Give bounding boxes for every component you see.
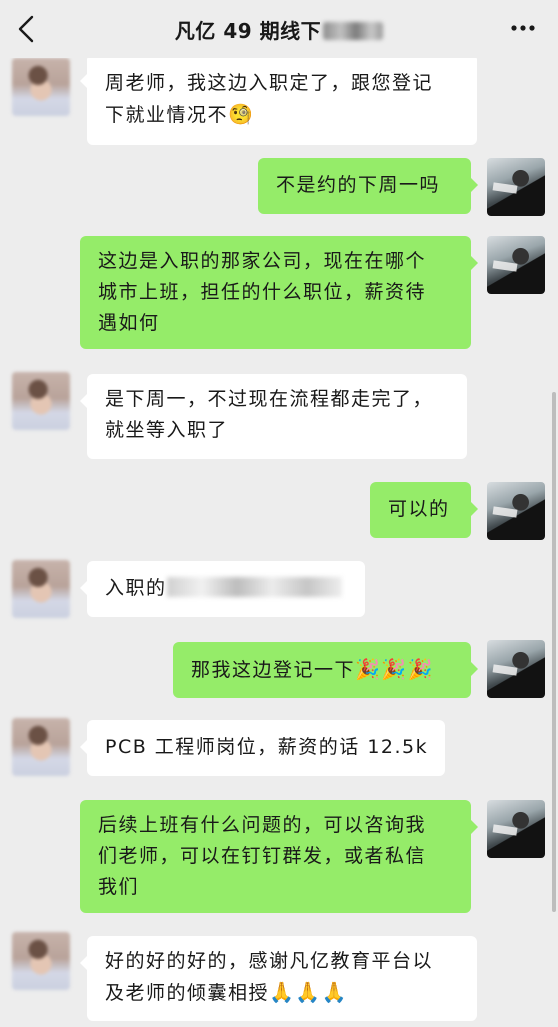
message-line: 及老师的倾囊相授🙏🙏🙏: [105, 980, 349, 1004]
message-line: 下就业情况不🧐: [105, 102, 255, 126]
message-bubble[interactable]: PCB 工程师岗位，薪资的话 12.5k: [80, 720, 445, 776]
message-line: 遇如何: [98, 312, 160, 334]
message-bubble[interactable]: 不是约的下周一吗: [258, 158, 478, 214]
more-icon[interactable]: [510, 22, 536, 34]
message-line: 不是约的下周一吗: [276, 174, 441, 196]
message-line: 就坐等入职了: [105, 419, 229, 441]
message-bubble[interactable]: 可以的: [370, 482, 478, 538]
message-line: 我们: [98, 876, 140, 898]
contact-avatar[interactable]: [12, 58, 70, 116]
message-bubble[interactable]: 周老师，我这边入职定了，跟您登记 下就业情况不🧐: [80, 54, 477, 145]
blurred-text: [166, 577, 342, 597]
my-avatar[interactable]: [487, 482, 545, 540]
message-line: 是下周一，不过现在流程都走完了，: [105, 388, 434, 410]
message-bubble[interactable]: 后续上班有什么问题的，可以咨询我 们老师，可以在钉钉群发，或者私信 我们: [80, 800, 478, 913]
my-avatar[interactable]: [487, 236, 545, 294]
message-line: 后续上班有什么问题的，可以咨询我: [98, 814, 427, 836]
message-line: 那我这边登记一下🎉🎉🎉: [191, 657, 435, 681]
contact-avatar[interactable]: [12, 718, 70, 776]
scrollbar[interactable]: [552, 392, 556, 912]
message-line: PCB 工程师岗位，薪资的话 12.5k: [105, 736, 429, 758]
message-bubble[interactable]: 入职的: [80, 561, 365, 617]
my-avatar[interactable]: [487, 640, 545, 698]
message-line: 这边是入职的那家公司，现在在哪个: [98, 250, 427, 272]
message-line: 入职的: [105, 573, 347, 604]
face-emoji: 🧐: [228, 102, 255, 126]
chat-title: 凡亿 49 期线下: [0, 15, 558, 44]
message-bubble[interactable]: 好的好的好的，感谢凡亿教育平台以 及老师的倾囊相授🙏🙏🙏: [80, 936, 477, 1021]
chat-header: 凡亿 49 期线下: [0, 0, 558, 58]
contact-avatar[interactable]: [12, 560, 70, 618]
message-line: 城市上班，担任的什么职位，薪资待: [98, 281, 427, 303]
contact-avatar[interactable]: [12, 372, 70, 430]
message-line: 周老师，我这边入职定了，跟您登记: [105, 72, 434, 94]
message-bubble[interactable]: 那我这边登记一下🎉🎉🎉: [173, 642, 478, 698]
folded-hands-emoji: 🙏🙏🙏: [269, 980, 349, 1004]
my-avatar[interactable]: [487, 800, 545, 858]
party-popper-emoji: 🎉🎉🎉: [355, 657, 435, 681]
message-bubble[interactable]: 这边是入职的那家公司，现在在哪个 城市上班，担任的什么职位，薪资待 遇如何: [80, 236, 478, 349]
chat-title-text: 凡亿 49 期线下: [174, 19, 322, 43]
blurred-title-suffix: [323, 22, 384, 40]
contact-avatar[interactable]: [12, 932, 70, 990]
message-line: 好的好的好的，感谢凡亿教育平台以: [105, 950, 434, 972]
my-avatar[interactable]: [487, 158, 545, 216]
message-line: 可以的: [388, 498, 450, 520]
message-bubble[interactable]: 是下周一，不过现在流程都走完了， 就坐等入职了: [80, 374, 467, 459]
message-line: 们老师，可以在钉钉群发，或者私信: [98, 845, 427, 867]
